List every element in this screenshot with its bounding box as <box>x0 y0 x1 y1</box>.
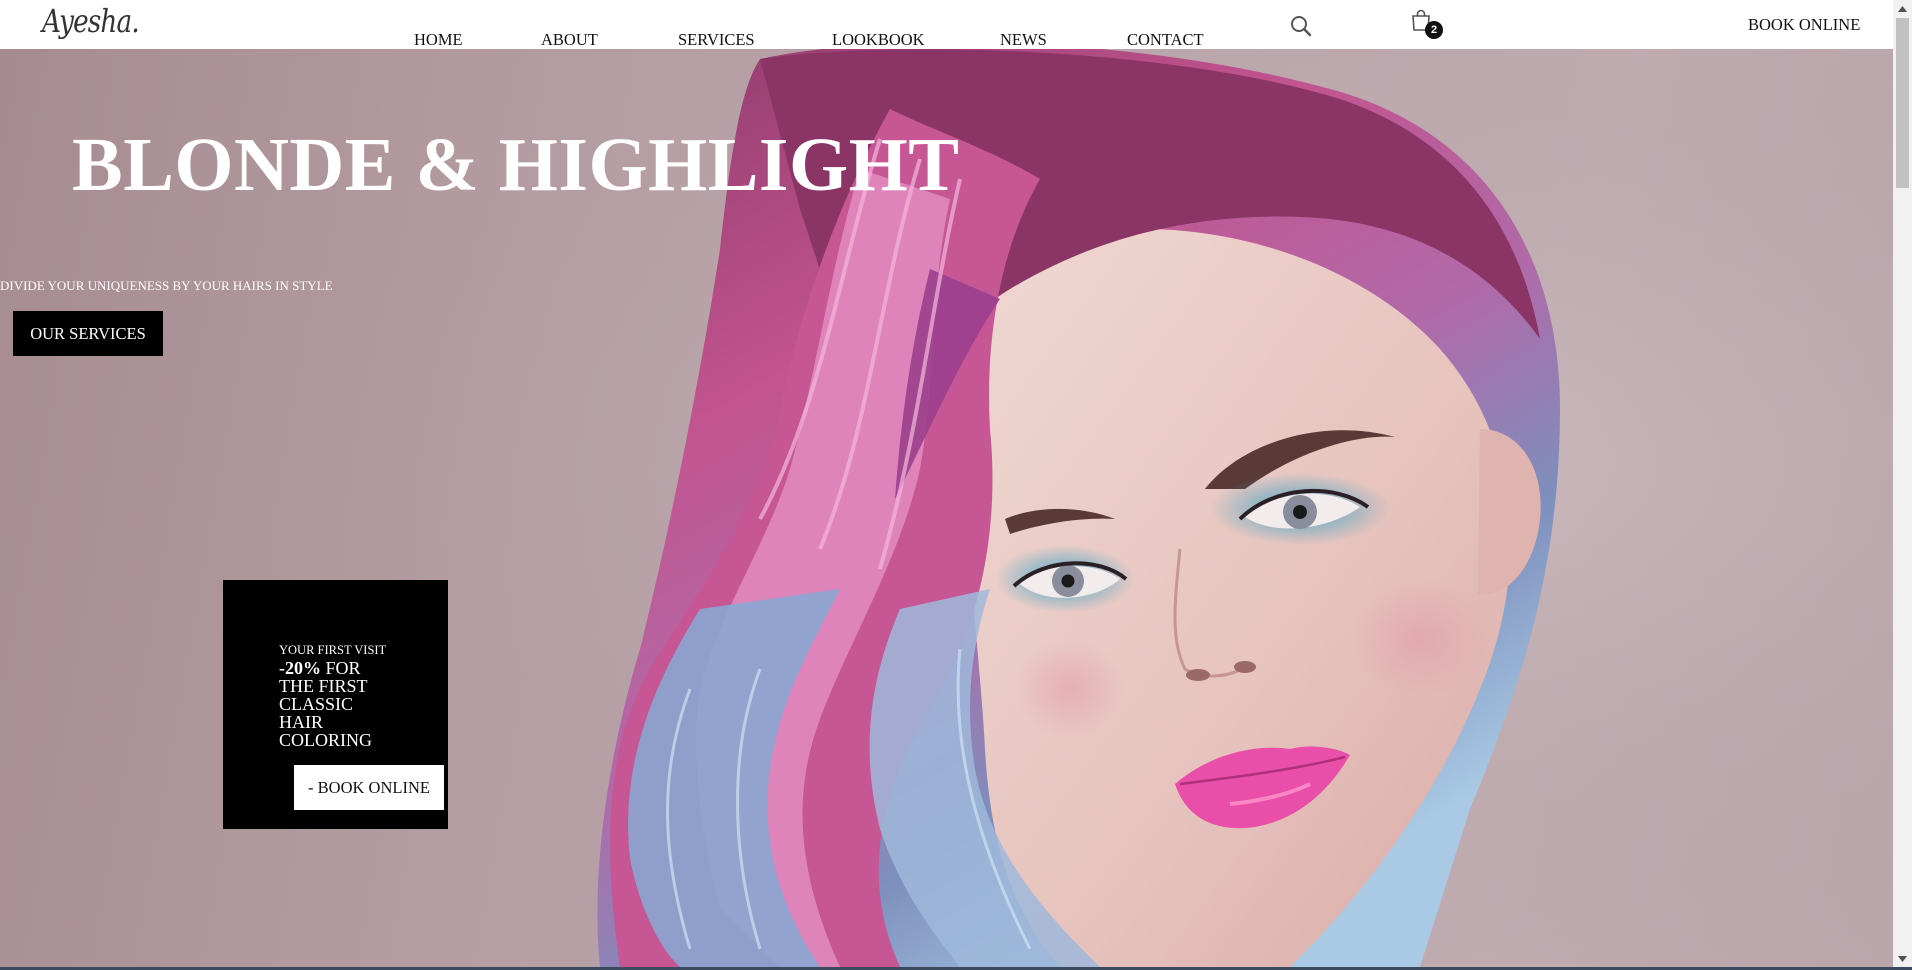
page-scrollbar[interactable] <box>1893 0 1912 967</box>
our-services-button[interactable]: OUR SERVICES <box>13 311 163 356</box>
arrow-up-icon <box>1898 5 1907 12</box>
nav-item-services[interactable]: SERVICES <box>678 30 755 50</box>
arrow-down-icon <box>1898 955 1907 962</box>
promo-book-online-button[interactable]: - BOOK ONLINE <box>294 765 444 810</box>
hero-section: BLONDE & HIGHLIGHT DIVIDE YOUR UNIQUENES… <box>0 49 1893 967</box>
promo-kicker: YOUR FIRST VISIT <box>279 643 387 657</box>
promo-text: -20% FOR THE FIRST CLASSIC HAIR COLORING <box>279 659 399 749</box>
site-header: Ayesha. HOME ABOUT SERVICES LOOKBOOK NEW… <box>0 0 1893 49</box>
nav-item-about[interactable]: ABOUT <box>541 30 598 50</box>
nav-item-news[interactable]: NEWS <box>1000 30 1047 50</box>
promo-box: YOUR FIRST VISIT -20% FOR THE FIRST CLAS… <box>223 580 448 829</box>
scroll-thumb[interactable] <box>1896 18 1909 188</box>
search-icon <box>1291 16 1312 37</box>
search-button[interactable] <box>1288 13 1314 39</box>
cart-count-badge: 2 <box>1425 21 1443 39</box>
promo-discount: -20% <box>279 658 321 678</box>
logo[interactable]: Ayesha. <box>42 2 140 40</box>
nav-item-lookbook[interactable]: LOOKBOOK <box>832 30 925 50</box>
nav-item-contact[interactable]: CONTACT <box>1127 30 1204 50</box>
scroll-up-button[interactable] <box>1893 0 1912 17</box>
hero-title: BLONDE & HIGHLIGHT <box>72 123 960 207</box>
book-online-link[interactable]: BOOK ONLINE <box>1748 15 1860 35</box>
hero-subtitle: DIVIDE YOUR UNIQUENESS BY YOUR HAIRS IN … <box>0 278 333 293</box>
nav-item-home[interactable]: HOME <box>414 30 463 50</box>
scroll-down-button[interactable] <box>1893 950 1912 967</box>
